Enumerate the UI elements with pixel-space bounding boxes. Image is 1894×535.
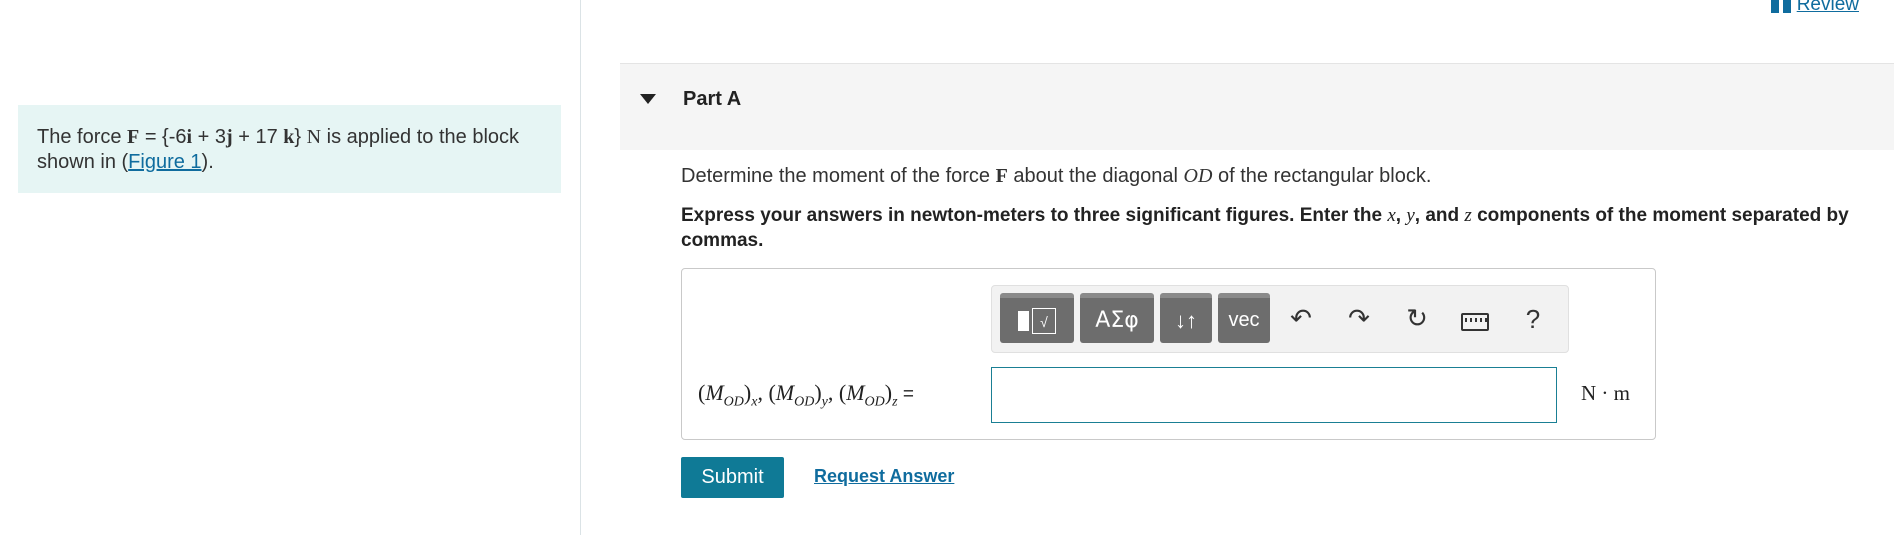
keyboard-icon[interactable] — [1460, 308, 1490, 338]
problem-statement: The force F = {-6i + 3j + 17 k} N is app… — [18, 105, 561, 193]
part-title: Part A — [683, 88, 742, 110]
vector-button[interactable]: vec — [1218, 293, 1270, 343]
help-icon[interactable]: ? — [1518, 304, 1548, 335]
reset-icon[interactable]: ↻ — [1402, 304, 1432, 334]
caret-down-icon[interactable] — [640, 94, 656, 104]
greek-symbols-button[interactable]: ΑΣφ — [1080, 293, 1154, 343]
answer-input[interactable] — [991, 367, 1557, 423]
undo-icon[interactable]: ↶ — [1286, 304, 1316, 334]
review-link[interactable]: Review — [1770, 0, 1859, 16]
instructions: Express your answers in newton-meters to… — [681, 205, 1849, 251]
math-toolbar: √ ΑΣφ ↓↑ vec ↶ ↷ ↻ ? — [991, 285, 1569, 353]
request-answer-link[interactable]: Request Answer — [814, 466, 954, 487]
radical-icon: √ — [1032, 307, 1056, 334]
part-header[interactable]: Part A — [620, 63, 1894, 150]
figure-link[interactable]: Figure 1 — [128, 151, 201, 173]
redo-icon[interactable]: ↷ — [1344, 304, 1374, 334]
force-symbol: F — [127, 126, 140, 148]
review-label: Review — [1796, 0, 1859, 15]
square-icon — [1018, 310, 1029, 331]
book-icon — [1770, 0, 1791, 13]
column-divider — [580, 0, 581, 535]
answer-box: √ ΑΣφ ↓↑ vec ↶ ↷ ↻ ? (MOD)x, (MOD)y, (MO… — [681, 268, 1656, 440]
question-text: Determine the moment of the force F abou… — [681, 165, 1432, 187]
submit-button[interactable]: Submit — [681, 457, 784, 498]
subscript-superscript-button[interactable]: ↓↑ — [1160, 293, 1212, 343]
templates-button[interactable]: √ — [1000, 293, 1074, 343]
answer-label: (MOD)x, (MOD)y, (MOD)z = — [698, 380, 914, 410]
unit-label: N · m — [1581, 381, 1630, 405]
